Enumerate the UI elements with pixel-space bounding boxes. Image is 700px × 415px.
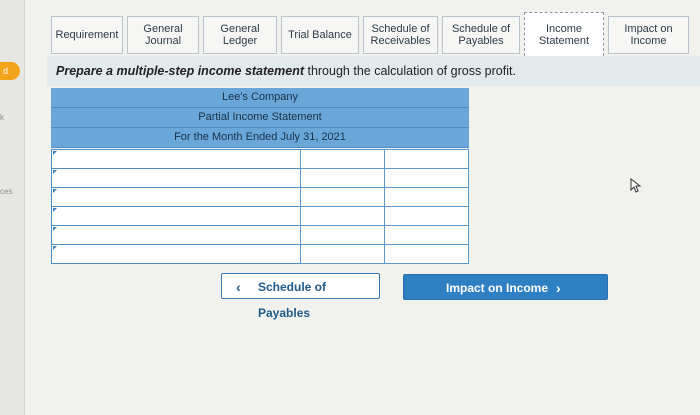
total-input-cell[interactable] [384,149,469,169]
instruction-bar: Prepare a multiple-step income statement… [47,56,700,86]
left-sidebar: d k ces [0,0,25,415]
mouse-cursor-icon [630,178,642,193]
account-select-cell[interactable] [51,168,301,188]
chevron-left-icon: ‹ [236,279,241,295]
account-select-cell[interactable] [51,244,301,264]
next-button-label: Impact on Income [446,281,549,295]
tab-trial-balance[interactable]: Trial Balance [281,16,359,54]
total-input-cell[interactable] [384,206,469,226]
statement-title: Partial Income Statement [51,108,469,128]
next-button[interactable]: Impact on Income › [403,274,608,300]
statement-table [51,149,469,264]
tab-bar: Requirement General Journal General Ledg… [47,12,700,56]
tab-general-journal[interactable]: General Journal [127,16,199,54]
tab-impact-on-income[interactable]: Impact on Income [608,16,689,54]
table-row [51,149,469,169]
prev-button[interactable]: ‹ Schedule of Payables [221,273,380,320]
prev-button-label: Schedule of Payables [258,280,327,320]
instruction-lead: Prepare a multiple-step income statement [56,64,304,78]
statement-period: For the Month Ended July 31, 2021 [51,128,469,148]
tab-requirement[interactable]: Requirement [51,16,123,54]
instruction-rest: through the calculation of gross profit. [304,64,516,78]
total-input-cell[interactable] [384,244,469,264]
amount-input-cell[interactable] [300,206,385,226]
tab-schedule-of-payables[interactable]: Schedule of Payables [442,16,520,54]
account-select-cell[interactable] [51,149,301,169]
statement-header: Lee's Company Partial Income Statement F… [51,88,469,148]
amount-input-cell[interactable] [300,149,385,169]
sidebar-badge[interactable]: d [0,62,20,80]
amount-input-cell[interactable] [300,168,385,188]
total-input-cell[interactable] [384,168,469,188]
amount-input-cell[interactable] [300,225,385,245]
amount-input-cell[interactable] [300,244,385,264]
table-row [51,225,469,245]
chevron-right-icon: › [556,280,561,296]
total-input-cell[interactable] [384,225,469,245]
table-row [51,244,469,264]
account-select-cell[interactable] [51,187,301,207]
tab-general-ledger[interactable]: General Ledger [203,16,277,54]
table-row [51,168,469,188]
amount-input-cell[interactable] [300,187,385,207]
account-select-cell[interactable] [51,206,301,226]
tab-income-statement[interactable]: Income Statement [524,12,604,56]
tab-schedule-of-receivables[interactable]: Schedule of Receivables [363,16,438,54]
company-name: Lee's Company [51,88,469,108]
table-row [51,187,469,207]
account-select-cell[interactable] [51,225,301,245]
total-input-cell[interactable] [384,187,469,207]
table-row [51,206,469,226]
sidebar-item[interactable]: ces [0,187,12,196]
sidebar-item[interactable]: k [0,113,4,122]
